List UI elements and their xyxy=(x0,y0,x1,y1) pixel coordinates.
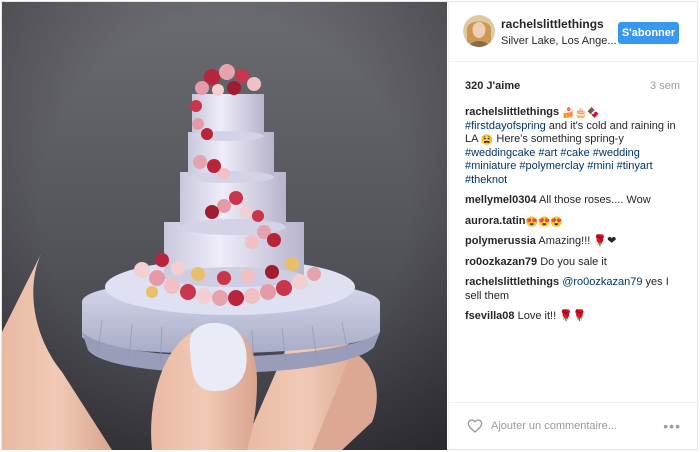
hashtag-links[interactable]: #weddingcake #art #cake #wedding #miniat… xyxy=(465,147,653,186)
cake-photo-illustration xyxy=(2,2,447,450)
caption-emojis: 🍰🎂🍫 xyxy=(562,108,600,119)
comment-text: Amazing!!! 🌹❤ xyxy=(535,235,617,247)
post-location[interactable]: Silver Lake, Los Ange... xyxy=(501,35,617,47)
list-item: aurora.tatin 😍😍😍 xyxy=(465,215,683,229)
post-username[interactable]: rachelslittlethings xyxy=(501,17,604,31)
list-item: fsevilla08 Love it!! 🌹🌹 xyxy=(465,310,683,324)
list-item: mellymel0304 All those roses.... Wow xyxy=(465,194,683,208)
like-count[interactable]: 320 J'aime xyxy=(465,80,520,92)
post-header: rachelslittlethings Silver Lake, Los Ang… xyxy=(449,2,699,62)
post-footer: Ajouter un commentaire... ••• xyxy=(449,402,699,450)
comment-username[interactable]: aurora.tatin xyxy=(465,215,526,227)
caption: rachelslittlethings 🍰🎂🍫 #firstdayofsprin… xyxy=(465,106,683,187)
post-sidebar: rachelslittlethings Silver Lake, Los Ang… xyxy=(448,2,699,450)
mention-link[interactable]: @ro0ozkazan79 xyxy=(559,276,642,288)
caption-emoji: 😫 xyxy=(480,135,494,146)
more-options-icon[interactable]: ••• xyxy=(663,418,681,434)
comment-username[interactable]: ro0ozkazan79 xyxy=(465,256,537,268)
comment-text: Love it!! 🌹🌹 xyxy=(514,310,587,322)
post-photo[interactable] xyxy=(2,2,447,450)
heart-icon[interactable] xyxy=(467,418,483,434)
list-item: polymerussia Amazing!!! 🌹❤ xyxy=(465,235,683,249)
comment-text: All those roses.... Wow xyxy=(536,194,651,206)
caption-text: Here's something spring-y xyxy=(493,133,624,145)
comment-list: rachelslittlethings 🍰🎂🍫 #firstdayofsprin… xyxy=(465,106,683,331)
hashtag-link[interactable]: #firstdayofspring xyxy=(465,120,546,132)
list-item: rachelslittlethings @ro0ozkazan79 yes I … xyxy=(465,276,683,303)
comment-username[interactable]: fsevilla08 xyxy=(465,310,515,322)
comment-username[interactable]: rachelslittlethings xyxy=(465,276,559,288)
post-timestamp[interactable]: 3 sem xyxy=(650,80,680,92)
add-comment-input[interactable]: Ajouter un commentaire... xyxy=(491,420,617,432)
comment-text: Do you sale it xyxy=(537,255,607,268)
avatar[interactable] xyxy=(463,15,495,47)
comment-username[interactable]: polymerussia xyxy=(465,235,536,247)
comment-username[interactable]: mellymel0304 xyxy=(465,194,537,206)
list-item: ro0ozkazan79 Do you sale it xyxy=(465,256,683,270)
caption-username[interactable]: rachelslittlethings xyxy=(465,106,559,118)
comment-text: 😍😍😍 xyxy=(525,216,563,228)
follow-button[interactable]: S'abonner xyxy=(618,22,679,44)
